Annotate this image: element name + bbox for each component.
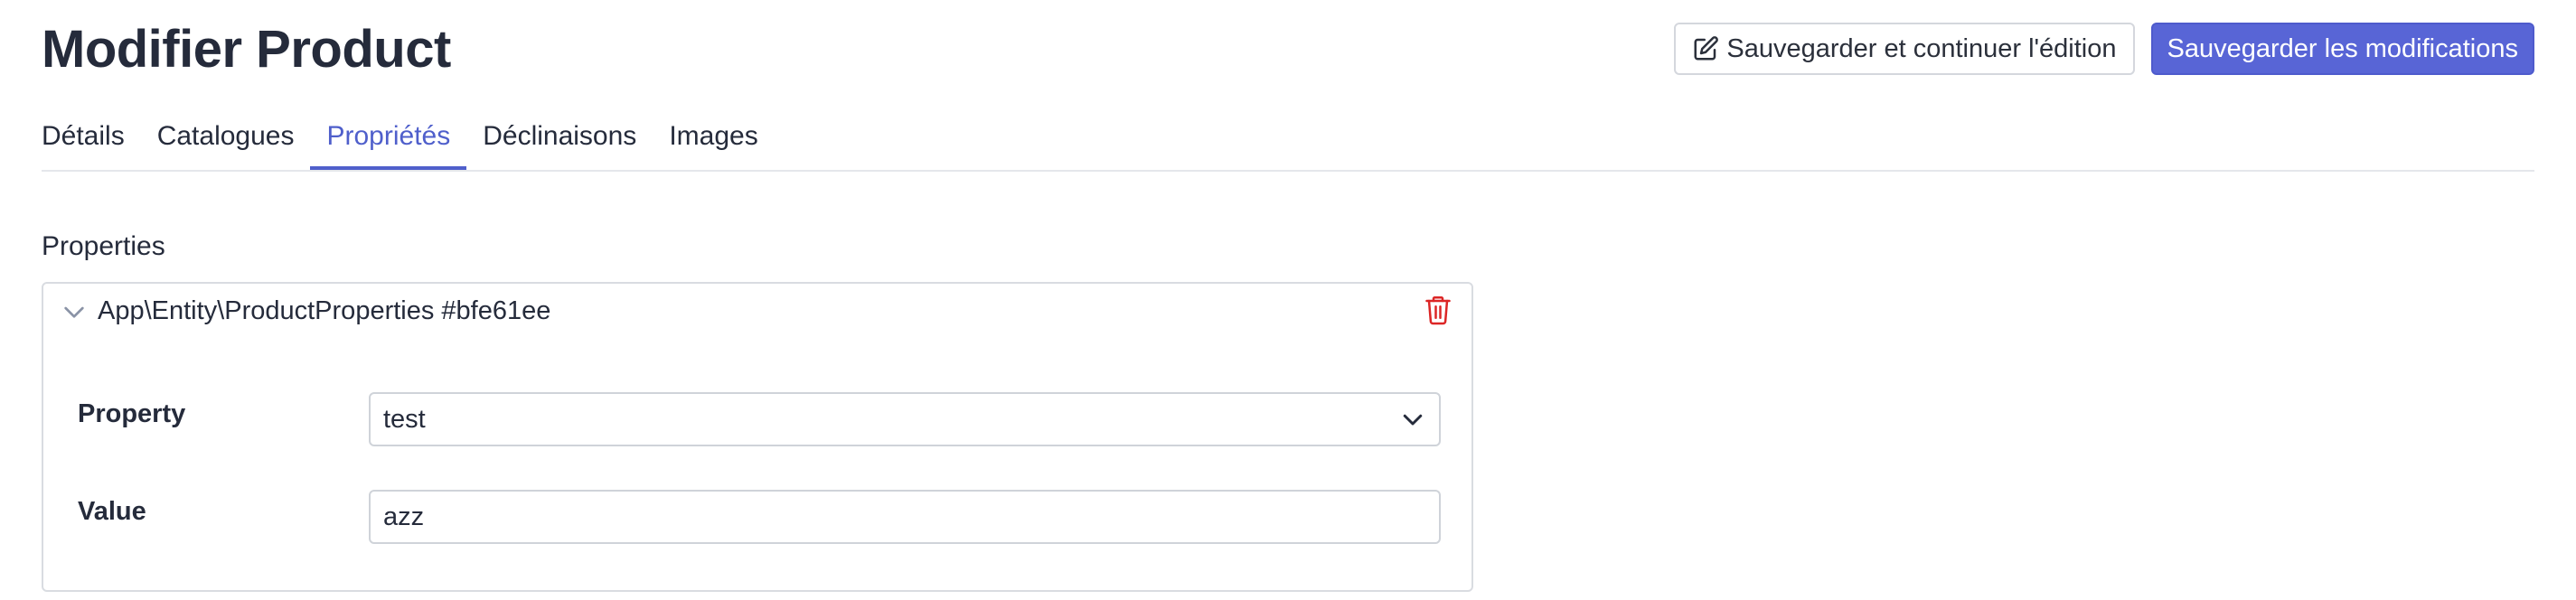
property-field-label: Property	[78, 399, 186, 428]
value-input[interactable]	[369, 490, 1441, 544]
page-title: Modifier Product	[42, 20, 451, 79]
value-field-label: Value	[78, 497, 146, 526]
property-selected-value: test	[383, 404, 426, 434]
property-item-header[interactable]: App\Entity\ProductProperties #bfe61ee	[60, 296, 550, 326]
property-select[interactable]: test	[369, 392, 1441, 446]
tab-images[interactable]: Images	[653, 108, 774, 170]
save-and-continue-button[interactable]: Sauvegarder et continuer l'édition	[1674, 23, 2135, 75]
property-item-card: App\Entity\ProductProperties #bfe61ee Pr…	[42, 282, 1473, 592]
tab-catalogues[interactable]: Catalogues	[141, 108, 311, 170]
trash-icon[interactable]	[1424, 295, 1452, 325]
tab-details[interactable]: Détails	[42, 108, 141, 170]
properties-section-label: Properties	[42, 231, 165, 261]
save-changes-button[interactable]: Sauvegarder les modifications	[2150, 23, 2534, 75]
tab-bar: Détails Catalogues Propriétés Déclinaiso…	[42, 108, 2534, 172]
property-item-title: App\Entity\ProductProperties #bfe61ee	[98, 296, 551, 325]
page-actions: Sauvegarder et continuer l'édition Sauve…	[1674, 23, 2534, 75]
save-and-continue-label: Sauvegarder et continuer l'édition	[1726, 33, 2117, 63]
chevron-down-icon[interactable]	[60, 297, 89, 326]
tab-declinaisons[interactable]: Déclinaisons	[466, 108, 653, 170]
tab-properties[interactable]: Propriétés	[310, 108, 467, 170]
chevron-down-icon	[1399, 406, 1426, 433]
edit-icon	[1692, 35, 1719, 62]
